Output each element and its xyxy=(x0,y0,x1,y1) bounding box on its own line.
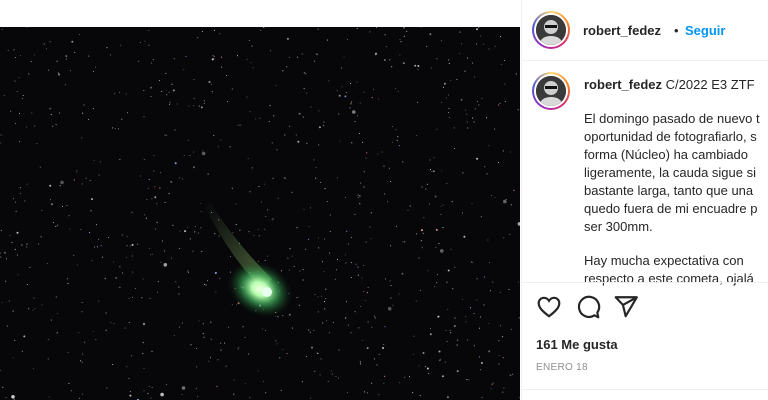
post-side-panel: robert_fedez • Seguir robert_fedez C/202… xyxy=(521,0,768,400)
comment-icon[interactable] xyxy=(575,294,601,320)
header-username[interactable]: robert_fedez xyxy=(583,23,661,38)
caption-avatar-photo xyxy=(536,76,566,106)
caption-text: El domingo pasado de nuevo t oportunidad … xyxy=(584,110,768,304)
follow-button[interactable]: Seguir xyxy=(685,23,725,38)
heart-icon[interactable] xyxy=(536,294,562,320)
caption-title: C/2022 E3 ZTF xyxy=(665,77,755,92)
caption-line: forma (Núcleo) ha cambiado xyxy=(584,147,749,162)
avatar-photo xyxy=(536,15,566,45)
post-photo[interactable] xyxy=(0,27,520,400)
caption-header: robert_fedez C/2022 E3 ZTF xyxy=(584,77,755,92)
caption-avatar[interactable] xyxy=(532,72,570,110)
caption-line: bastante larga, tanto que una xyxy=(584,183,754,198)
action-bar xyxy=(522,290,768,330)
header-separator: • xyxy=(674,23,679,38)
caption-line: Hay mucha expectativa con xyxy=(584,253,744,268)
caption-line: quedo fuera de mi encuadre p xyxy=(584,201,758,216)
comet-nucleus xyxy=(262,287,272,297)
comet-photo-image xyxy=(0,27,520,400)
post-date[interactable]: ENERO 18 xyxy=(536,362,588,373)
caption-line: respecto a este cometa, ojalá xyxy=(584,271,754,286)
post-header: robert_fedez • Seguir xyxy=(522,0,768,61)
caption-line: oportunidad de fotografiarlo, s xyxy=(584,129,757,144)
divider xyxy=(522,282,768,283)
caption-username[interactable]: robert_fedez xyxy=(584,77,662,92)
share-icon[interactable] xyxy=(613,294,639,320)
avatar[interactable] xyxy=(532,11,570,49)
caption-line: ser 300mm. xyxy=(584,219,653,234)
likes-count[interactable]: 161 Me gusta xyxy=(536,337,618,352)
caption-line: ligeramente, la cauda sigue si xyxy=(584,165,756,180)
caption-paragraph: El domingo pasado de nuevo t oportunidad … xyxy=(584,110,768,236)
divider xyxy=(522,389,768,390)
caption-line: El domingo pasado de nuevo t xyxy=(584,111,760,126)
